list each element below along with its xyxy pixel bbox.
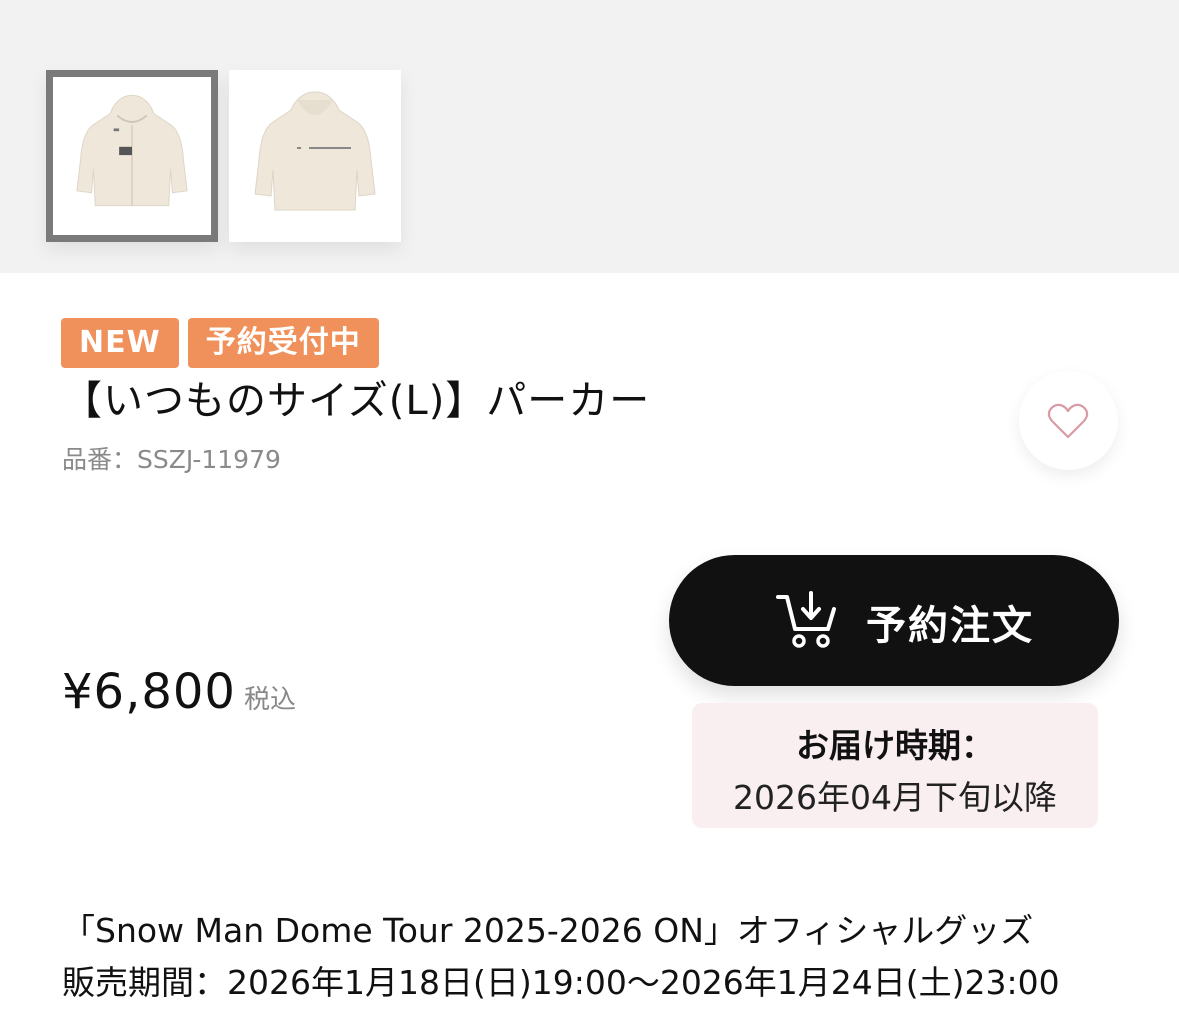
delivery-label: お届け時期：	[796, 726, 994, 765]
delivery-value: 2026年04月下旬以降	[733, 778, 1057, 817]
badge-group: NEW 予約受付中	[61, 318, 379, 368]
cart-download-icon	[776, 591, 836, 648]
description-line-1: 「Snow Man Dome Tour 2025-2026 ON」オフィシャルグ…	[62, 911, 1034, 950]
delivery-info: お届け時期： 2026年04月下旬以降	[692, 703, 1098, 828]
thumbnail-front[interactable]	[46, 70, 218, 242]
thumbnail-back[interactable]	[229, 70, 401, 242]
price-amount: ¥6,800	[62, 664, 236, 720]
description-line-2: 販売期間：2026年1月18日(日)19:00～2026年1月24日(土)23:…	[62, 963, 1060, 1002]
badge-preorder: 予約受付中	[187, 318, 379, 368]
product-price: ¥6,800 税込	[62, 664, 296, 720]
preorder-button-label: 予約注文	[866, 603, 1034, 649]
product-description: 「Snow Man Dome Tour 2025-2026 ON」オフィシャルグ…	[62, 905, 1060, 1009]
heart-icon	[1047, 403, 1089, 439]
hoodie-front-image	[76, 94, 188, 207]
favorite-button[interactable]	[1019, 371, 1118, 470]
product-title: 【いつものサイズ(L)】パーカー	[62, 378, 651, 424]
preorder-button[interactable]: 予約注文	[669, 555, 1119, 686]
hoodie-back-image	[254, 91, 376, 211]
image-gallery	[0, 0, 1179, 273]
product-sku: 品番：SSZJ-11979	[62, 445, 281, 474]
tax-note: 税込	[243, 685, 296, 715]
badge-new: NEW	[61, 318, 179, 368]
